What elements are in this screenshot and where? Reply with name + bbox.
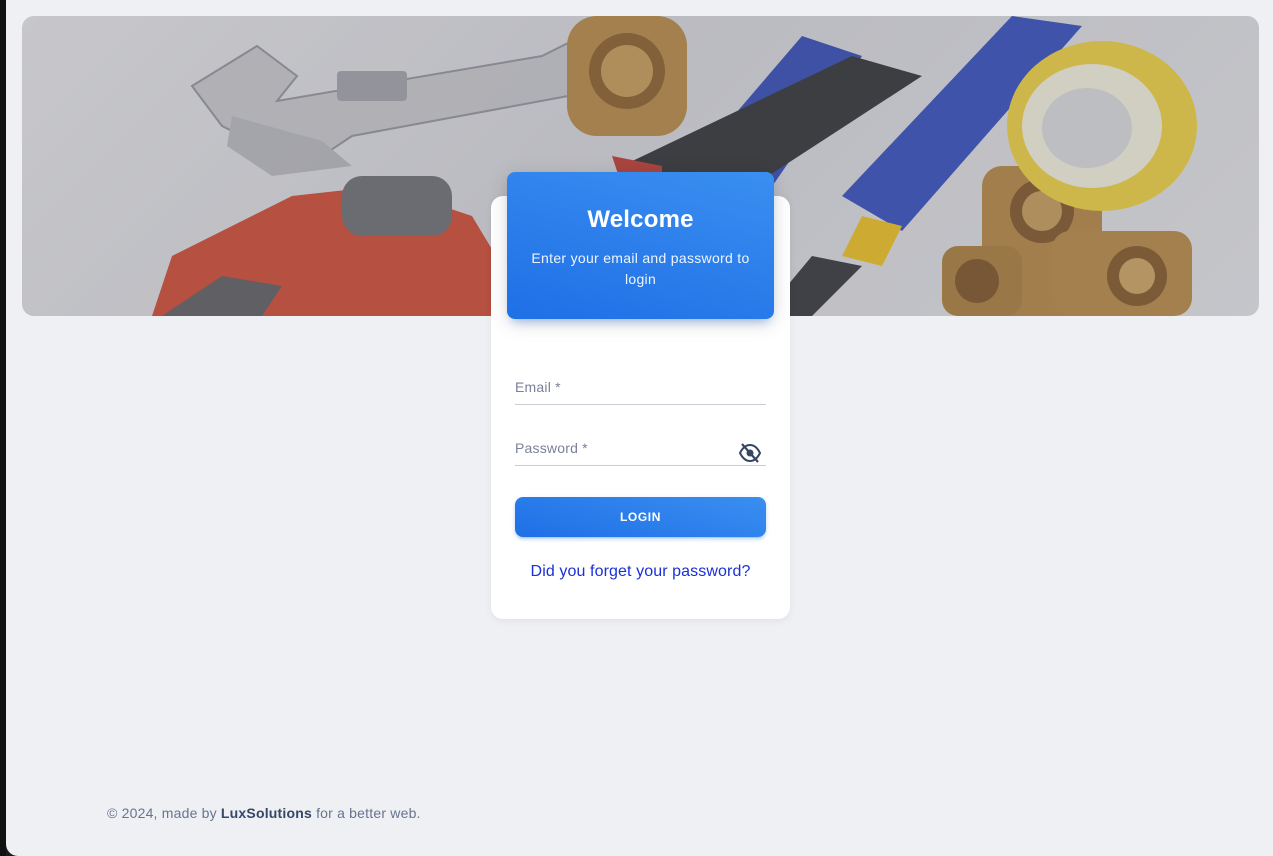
forgot-password-link[interactable]: Did you forget your password? bbox=[491, 563, 790, 581]
password-field[interactable]: Password * bbox=[515, 431, 770, 467]
footer-prefix: © 2024, made by bbox=[107, 805, 217, 821]
login-page: Welcome Enter your email and password to… bbox=[6, 0, 1273, 856]
login-button[interactable]: LOGIN bbox=[515, 497, 766, 537]
login-card-header: Welcome Enter your email and password to… bbox=[507, 172, 774, 319]
welcome-title: Welcome bbox=[587, 206, 694, 233]
visibility-off-icon[interactable] bbox=[738, 443, 762, 463]
footer-brand-link[interactable]: LuxSolutions bbox=[221, 805, 312, 821]
email-input[interactable] bbox=[515, 370, 770, 406]
password-input[interactable] bbox=[515, 431, 770, 467]
footer-suffix: for a better web. bbox=[316, 805, 421, 821]
welcome-subtitle: Enter your email and password to login bbox=[531, 250, 750, 287]
email-field[interactable]: Email * bbox=[515, 370, 770, 406]
footer-text: © 2024, made by LuxSolutions for a bette… bbox=[107, 805, 421, 821]
